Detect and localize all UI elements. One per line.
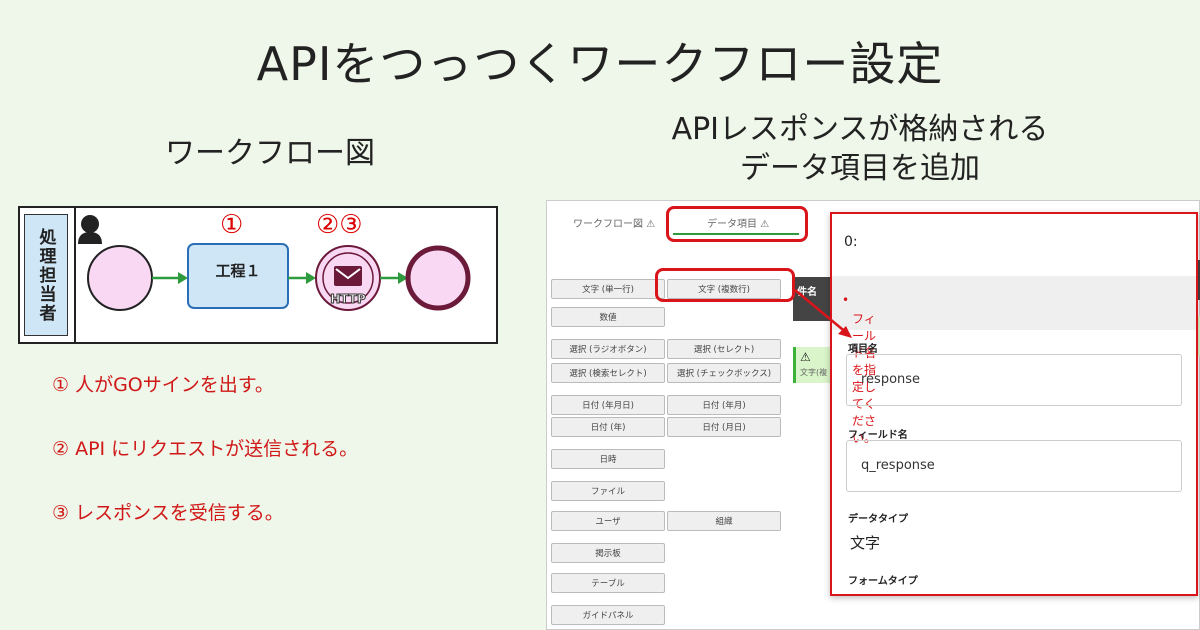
field-date-md[interactable]: 日付 (月日) (667, 417, 781, 437)
highlight-data-items-tab (666, 206, 808, 242)
warning-triangle-icon: ⚠ (646, 219, 656, 230)
field-name-label: フィールド名 (848, 430, 908, 441)
table-header-subject: 件名 (793, 277, 833, 321)
person-icon (78, 215, 102, 244)
highlight-text-multi (655, 268, 795, 302)
task-label: 工程１ (215, 262, 261, 280)
field-text-single[interactable]: 文字 (単一行) (551, 279, 665, 299)
error-message: • フィールド名を指定してください。 (842, 293, 877, 445)
right-heading: APIレスポンスが格納される データ項目を追加 (560, 110, 1160, 188)
item-name-label: 項目名 (848, 344, 878, 355)
field-date-y[interactable]: 日付 (年) (551, 417, 665, 437)
workflow-heading: ワークフロー図 (165, 136, 375, 171)
field-file[interactable]: ファイル (551, 481, 665, 501)
end-event (405, 245, 471, 311)
field-datetime[interactable]: 日時 (551, 449, 665, 469)
table-row-highlight: ⚠ 文字(複 (793, 347, 833, 383)
field-org[interactable]: 組織 (667, 511, 781, 531)
field-select-radio[interactable]: 選択 (ラジオボタン) (551, 339, 665, 359)
warning-triangle-icon: ⚠ (800, 350, 811, 364)
field-property-panel: 0: • フィールド名を指定してください。 項目名 response フィールド… (830, 212, 1198, 596)
field-name-input[interactable]: q_response (846, 440, 1182, 492)
form-type-label: フォームタイプ (848, 576, 918, 587)
envelope-icon (334, 266, 362, 286)
field-date-ymd[interactable]: 日付 (年月日) (551, 395, 665, 415)
tab-workflow-label: ワークフロー図 (573, 219, 643, 230)
http-label: HTTP (330, 292, 366, 307)
field-user[interactable]: ユーザ (551, 511, 665, 531)
item-name-input[interactable]: response (846, 354, 1182, 406)
field-table[interactable]: テーブル (551, 573, 665, 593)
field-date-ym[interactable]: 日付 (年月) (667, 395, 781, 415)
panel-index: 0: (844, 234, 858, 250)
tab-workflow[interactable]: ワークフロー図 ⚠ (573, 215, 655, 230)
field-select-check[interactable]: 選択 (チェックボックス) (667, 363, 781, 383)
note-1: ① 人がGOサインを出す。 (52, 374, 274, 396)
step-notes: ① 人がGOサインを出す。 ② API にリクエストが送信される。 ③ レスポン… (52, 370, 358, 562)
error-banner: • フィールド名を指定してください。 (832, 276, 1196, 445)
right-heading-line1: APIレスポンスが格納される (671, 112, 1049, 147)
start-event (87, 245, 153, 311)
field-select-select[interactable]: 選択 (セレクト) (667, 339, 781, 359)
field-select-search[interactable]: 選択 (検索セレクト) (551, 363, 665, 383)
field-number[interactable]: 数値 (551, 307, 665, 327)
field-guide-panel[interactable]: ガイドパネル (551, 605, 665, 625)
page-title: APIをつっつくワークフロー設定 (256, 37, 944, 91)
table-cell-type: 文字(複 (800, 368, 828, 377)
step-marker-23: ②③ (316, 210, 363, 240)
data-type-value: 文字 (850, 534, 881, 552)
field-board[interactable]: 掲示板 (551, 543, 665, 563)
step-marker-1: ① (220, 210, 244, 240)
right-heading-line2: データ項目を追加 (740, 151, 980, 186)
note-3: ③ レスポンスを受信する。 (52, 502, 284, 524)
workflow-diagram: 処理担当者 ① ②③ 工程１ HTTP (18, 206, 498, 344)
data-type-label: データタイプ (848, 514, 908, 525)
note-2: ② API にリクエストが送信される。 (52, 438, 359, 460)
